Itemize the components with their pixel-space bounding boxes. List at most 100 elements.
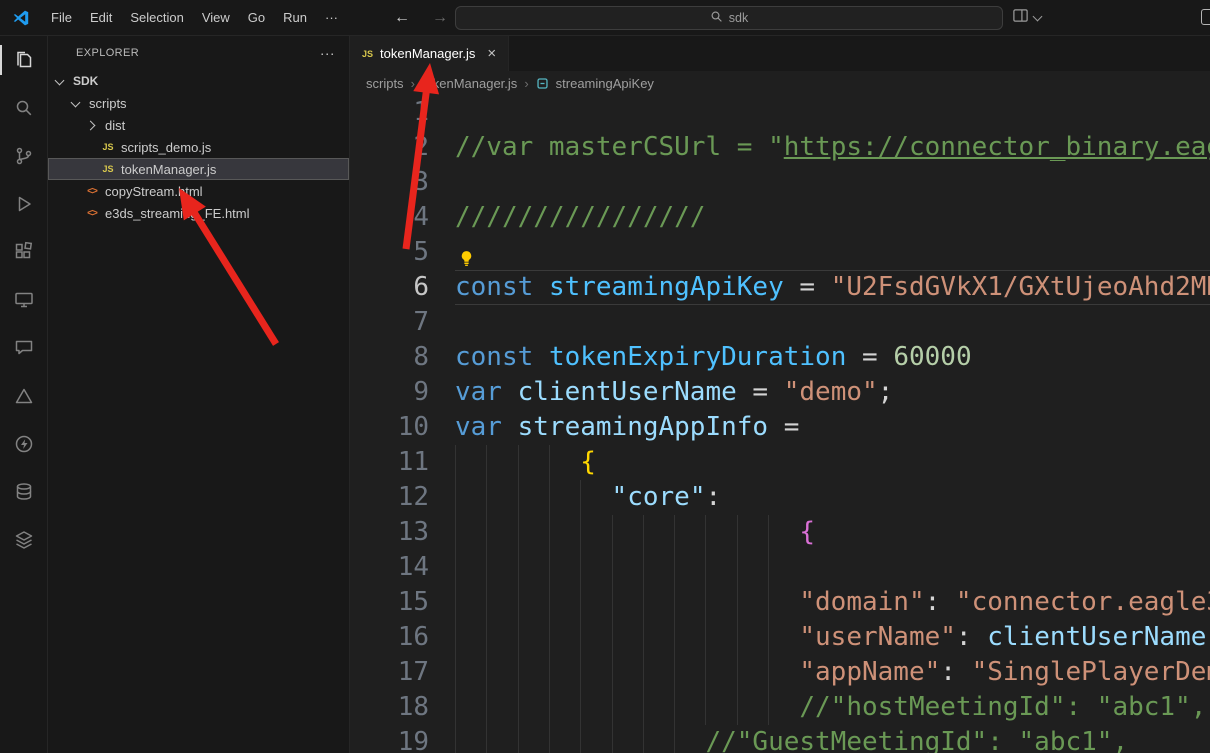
indent-guide — [455, 690, 456, 725]
indent-guide — [643, 690, 644, 725]
menu-run[interactable]: Run — [274, 6, 316, 29]
code-line-13[interactable]: 13 { — [350, 515, 1210, 550]
breadcrumb-item[interactable]: streamingApiKey — [556, 76, 654, 91]
indent-guide — [737, 690, 738, 725]
indent-guide — [705, 690, 706, 725]
indent-guide — [455, 620, 456, 655]
command-center-search[interactable]: sdk — [455, 6, 1003, 30]
indent-guide — [580, 725, 581, 753]
line-number: 13 — [350, 515, 455, 550]
tab-close-icon[interactable]: × — [487, 45, 496, 62]
code-line-11[interactable]: 11 { — [350, 445, 1210, 480]
tree-item-e3ds-streaming-fe-html[interactable]: <>e3ds_streaming_FE.html — [48, 202, 349, 224]
explorer-sidebar: EXPLORER ··· SDKscriptsdistJSscripts_dem… — [48, 36, 350, 753]
explorer-header: EXPLORER ··· — [48, 36, 349, 70]
indent-guide — [737, 515, 738, 550]
file-tree: SDKscriptsdistJSscripts_demo.js JS tokenMa… — [48, 70, 349, 753]
activity-database-button[interactable] — [0, 468, 47, 516]
indent-guide — [549, 585, 550, 620]
menu-view[interactable]: View — [193, 6, 239, 29]
menu-file[interactable]: File — [42, 6, 81, 29]
code-line-1[interactable]: 1 — [350, 95, 1210, 130]
layers-icon — [13, 529, 35, 551]
tree-item-scripts-demo-js[interactable]: JSscripts_demo.js — [48, 136, 349, 158]
breadcrumb-item[interactable]: tokenManager.js — [422, 76, 517, 91]
code-line-5[interactable]: 5 — [350, 235, 1210, 270]
activity-source-control-button[interactable] — [0, 132, 47, 180]
indent-guide — [455, 445, 456, 480]
code-line-4[interactable]: 4//////////////// — [350, 200, 1210, 235]
code-line-3[interactable]: 3 — [350, 165, 1210, 200]
line-number: 19 — [350, 725, 455, 753]
explorer-more-button[interactable]: ··· — [320, 45, 335, 61]
indent-guide — [455, 515, 456, 550]
activity-comments-button[interactable] — [0, 324, 47, 372]
code-line-17[interactable]: 17 "appName": "SinglePlayerDemo" — [350, 655, 1210, 690]
code-line-10[interactable]: 10var streamingAppInfo = — [350, 410, 1210, 445]
activity-remote-explorer-button[interactable] — [0, 276, 47, 324]
files-icon — [13, 49, 35, 71]
tree-item-tokenmanager-js[interactable]: JS tokenManager.js — [48, 158, 349, 180]
run-debug-icon — [13, 193, 35, 215]
code-line-6[interactable]: 6const streamingApiKey = "U2FsdGVkX1/GXt… — [350, 270, 1210, 305]
menu-selection[interactable]: Selection — [121, 6, 192, 29]
indent-guide — [737, 655, 738, 690]
indent-guide — [518, 620, 519, 655]
indent-guide — [737, 550, 738, 585]
explorer-title: EXPLORER — [76, 47, 139, 59]
activity-thunder-client-button[interactable] — [0, 420, 47, 468]
indent-guide — [612, 550, 613, 585]
indent-guide — [549, 480, 550, 515]
indent-guide — [768, 690, 769, 725]
code-editor[interactable]: 12//var masterCSUrl = "https://connector… — [350, 95, 1210, 753]
activity-explorer-button[interactable] — [0, 36, 47, 84]
code-line-9[interactable]: 9var clientUserName = "demo"; — [350, 375, 1210, 410]
line-number: 3 — [350, 165, 455, 200]
code-line-8[interactable]: 8const tokenExpiryDuration = 60000 — [350, 340, 1210, 375]
code-line-18[interactable]: 18 //"hostMeetingId": "abc1", — [350, 690, 1210, 725]
code-line-7[interactable]: 7 — [350, 305, 1210, 340]
indent-guide — [643, 515, 644, 550]
menu-go[interactable]: Go — [239, 6, 274, 29]
split-editor-icon[interactable] — [1012, 7, 1029, 29]
indent-guide — [612, 690, 613, 725]
lightning-circle-icon — [13, 433, 35, 455]
activity-run-debug-button[interactable] — [0, 180, 47, 228]
tree-item-copystream-html[interactable]: <>copyStream.html — [48, 180, 349, 202]
menu-edit[interactable]: Edit — [81, 6, 121, 29]
code-line-19[interactable]: 19 //"GuestMeetingId": "abc1", — [350, 725, 1210, 753]
monitor-icon — [13, 289, 35, 311]
code-line-15[interactable]: 15 "domain": "connector.eagle3ds — [350, 585, 1210, 620]
chevron-down-icon[interactable] — [1033, 13, 1043, 23]
line-number: 6 — [350, 270, 455, 305]
activity-layers-button[interactable] — [0, 516, 47, 564]
code-line-14[interactable]: 14 — [350, 550, 1210, 585]
activity-triangle-button[interactable] — [0, 372, 47, 420]
tab-tokenmanager-js[interactable]: JS tokenManager.js × — [350, 36, 509, 71]
search-icon — [710, 10, 723, 26]
js-file-icon: JS — [100, 164, 116, 174]
line-number: 16 — [350, 620, 455, 655]
indent-guide — [486, 480, 487, 515]
activity-extensions-button[interactable] — [0, 228, 47, 276]
forward-button[interactable]: → — [432, 9, 448, 27]
title-bar: FileEditSelectionViewGoRun··· ← → sdk — [0, 0, 1210, 36]
tree-item-label: tokenManager.js — [121, 162, 216, 177]
comment-icon — [13, 337, 35, 359]
tree-item-dist[interactable]: dist — [48, 114, 349, 136]
code-line-16[interactable]: 16 "userName": clientUserName, — [350, 620, 1210, 655]
activity-search-button[interactable] — [0, 84, 47, 132]
database-icon — [13, 481, 35, 503]
code-line-12[interactable]: 12 "core": — [350, 480, 1210, 515]
tab-bar: JS tokenManager.js × — [350, 36, 1210, 71]
menu-more[interactable]: ··· — [316, 6, 347, 29]
tree-item-sdk[interactable]: SDK — [48, 70, 349, 92]
code-line-2[interactable]: 2//var masterCSUrl = "https://connector_… — [350, 130, 1210, 165]
line-number: 9 — [350, 375, 455, 410]
tree-item-label: scripts_demo.js — [121, 140, 211, 155]
tree-item-scripts[interactable]: scripts — [48, 92, 349, 114]
indent-guide — [549, 655, 550, 690]
breadcrumb-item[interactable]: scripts — [366, 76, 404, 91]
indent-guide — [549, 620, 550, 655]
back-button[interactable]: ← — [394, 9, 410, 27]
